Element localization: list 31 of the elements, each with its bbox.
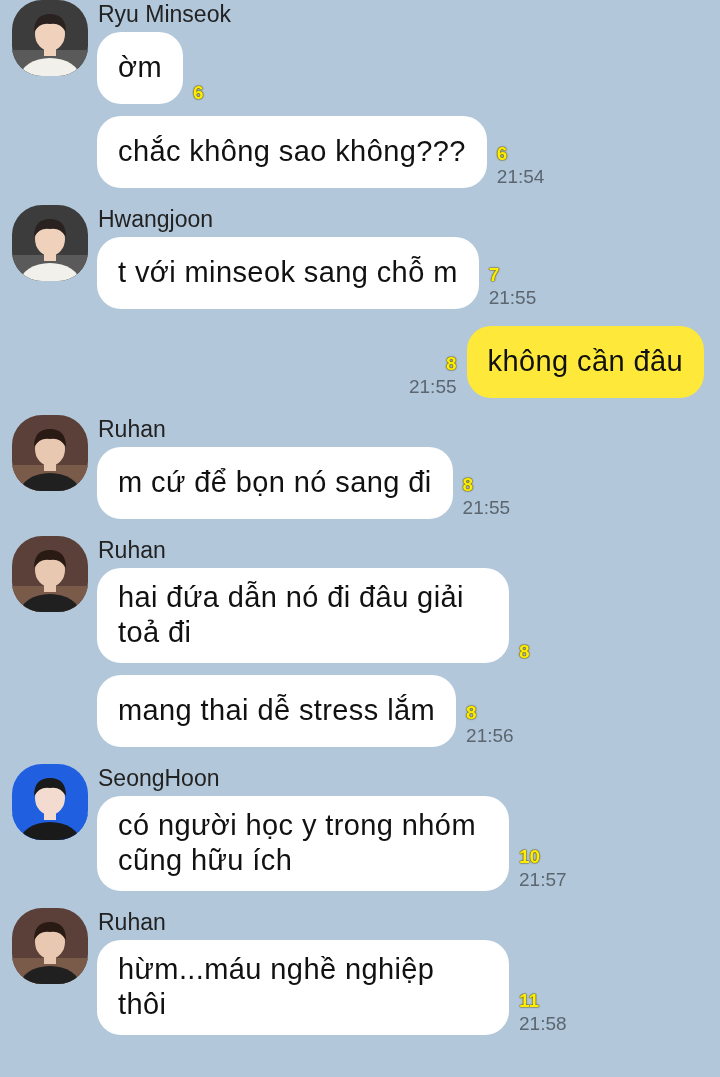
message-bubble: hai đứa dẫn nó đi đâu giải toả đi	[97, 568, 509, 663]
message-bubble: chắc không sao không???	[97, 116, 487, 188]
sender-name: Ryu Minseok	[98, 1, 231, 27]
sender-name: Ruhan	[98, 909, 166, 935]
unread-count: 11	[519, 990, 540, 1012]
message-time: 21:55	[408, 375, 457, 398]
sender-name: Ruhan	[98, 537, 166, 563]
unread-count: 8	[519, 641, 530, 663]
message-time: 21:56	[466, 724, 514, 747]
unread-count: 10	[519, 846, 541, 868]
message-time: 21:55	[488, 286, 537, 309]
message-time: 21:58	[519, 1012, 567, 1035]
sender-name: SeongHoon	[98, 765, 220, 791]
message-time: 21:57	[519, 868, 567, 891]
sender-name: Ruhan	[98, 416, 166, 442]
unread-count: 6	[193, 82, 204, 104]
message-bubble: mang thai dễ stress lắm	[97, 675, 457, 747]
message-bubble: có người học y trong nhóm cũng hữu ích	[97, 796, 509, 891]
unread-count: 8	[445, 353, 457, 375]
sender-name: Hwangjoon	[98, 206, 214, 232]
message-bubble: hừm...máu nghề nghiệp thôi	[97, 940, 509, 1035]
unread-count: 7	[488, 264, 500, 286]
message-bubble: ờm	[97, 32, 183, 104]
unread-count: 8	[462, 474, 474, 496]
message-bubble: t với minseok sang chỗ m	[97, 237, 479, 309]
unread-count: 8	[466, 702, 477, 724]
message-bubble: m cứ để bọn nó sang đi	[97, 447, 453, 519]
message-time: 21:55	[462, 496, 511, 519]
message-time: 21:54	[496, 165, 545, 188]
message-bubble: không cần đâu	[466, 326, 704, 398]
unread-count: 6	[496, 143, 508, 165]
